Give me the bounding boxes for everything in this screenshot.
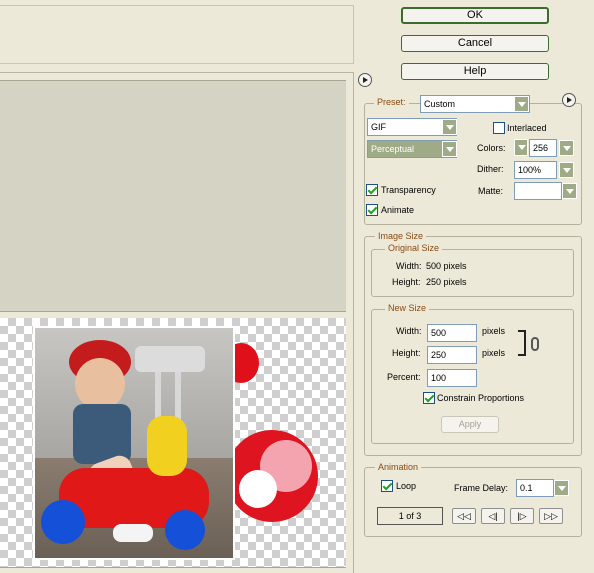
original-height-label: Height: bbox=[392, 277, 421, 287]
constrain-proportions-label: Constrain Proportions bbox=[437, 393, 525, 403]
image-size-title: Image Size bbox=[375, 231, 427, 241]
new-height-field[interactable]: 250 bbox=[427, 346, 477, 364]
animate-label: Animate bbox=[381, 205, 415, 215]
animate-checkbox[interactable] bbox=[366, 204, 378, 216]
loop-label: Loop bbox=[396, 481, 417, 491]
apply-button[interactable]: Apply bbox=[441, 416, 499, 433]
last-frame-button[interactable]: ▷▷ bbox=[539, 508, 563, 524]
format-dropdown-icon[interactable] bbox=[442, 119, 457, 135]
preset-label: Preset: bbox=[374, 97, 409, 107]
preset-dropdown-icon[interactable] bbox=[514, 96, 529, 112]
frame-delay-label: Frame Delay: bbox=[454, 483, 509, 493]
matte-field[interactable] bbox=[514, 182, 562, 200]
constrain-bracket bbox=[518, 330, 526, 356]
animation-title: Animation bbox=[375, 462, 422, 472]
percent-field[interactable]: 100 bbox=[427, 369, 477, 387]
cancel-button[interactable]: Cancel bbox=[401, 35, 549, 52]
dither-label: Dither: bbox=[477, 164, 504, 174]
loop-checkbox[interactable] bbox=[381, 480, 393, 492]
constrain-proportions-checkbox[interactable] bbox=[423, 392, 435, 404]
new-width-field[interactable]: 500 bbox=[427, 324, 477, 342]
interlaced-label: Interlaced bbox=[507, 123, 547, 133]
new-height-label: Height: bbox=[392, 348, 421, 358]
frame-counter: 1 of 3 bbox=[377, 507, 443, 525]
frame-delay-dropdown-icon[interactable] bbox=[554, 480, 569, 496]
colors-dropdown-icon[interactable] bbox=[559, 140, 574, 156]
original-size-title: Original Size bbox=[385, 243, 443, 253]
preview-photo bbox=[33, 326, 235, 560]
interlaced-checkbox[interactable] bbox=[493, 122, 505, 134]
colors-field[interactable]: 256 bbox=[529, 139, 557, 157]
chain-link-icon[interactable] bbox=[531, 337, 539, 351]
ok-button[interactable]: OK bbox=[401, 7, 549, 24]
previous-frame-button[interactable]: ◁| bbox=[481, 508, 505, 524]
dither-arrow-icon[interactable] bbox=[559, 162, 574, 178]
new-width-unit: pixels bbox=[482, 326, 506, 336]
next-frame-button[interactable]: |▷ bbox=[510, 508, 534, 524]
colors-label: Colors: bbox=[477, 143, 506, 153]
original-size-group bbox=[371, 249, 574, 297]
transparency-label: Transparency bbox=[381, 185, 436, 195]
frame-delay-field[interactable]: 0.1 bbox=[516, 479, 554, 497]
preset-menu-arrow-icon[interactable] bbox=[562, 93, 576, 107]
matte-label: Matte: bbox=[478, 186, 504, 196]
original-preview-pane bbox=[0, 80, 346, 312]
original-height-value: 250 pixels bbox=[426, 277, 467, 287]
new-size-title: New Size bbox=[385, 303, 430, 313]
white-circle-graphic bbox=[239, 470, 277, 508]
new-width-label: Width: bbox=[396, 326, 422, 336]
animation-panel bbox=[364, 467, 582, 537]
percent-label: Percent: bbox=[387, 372, 421, 382]
first-frame-button[interactable]: ◁◁ bbox=[452, 508, 476, 524]
top-toolbar-area bbox=[0, 5, 354, 64]
color-reduction-dropdown-icon[interactable] bbox=[442, 141, 457, 157]
status-strip bbox=[0, 567, 346, 573]
new-height-unit: pixels bbox=[482, 348, 506, 358]
original-width-value: 500 pixels bbox=[426, 261, 467, 271]
colors-stepper-icon[interactable] bbox=[514, 139, 528, 156]
help-button[interactable]: Help bbox=[401, 63, 549, 80]
transparency-checkbox[interactable] bbox=[366, 184, 378, 196]
optimize-menu-arrow-icon[interactable] bbox=[358, 73, 372, 87]
matte-dropdown-icon[interactable] bbox=[562, 183, 577, 199]
original-width-label: Width: bbox=[396, 261, 422, 271]
dither-field[interactable]: 100% bbox=[514, 161, 557, 179]
